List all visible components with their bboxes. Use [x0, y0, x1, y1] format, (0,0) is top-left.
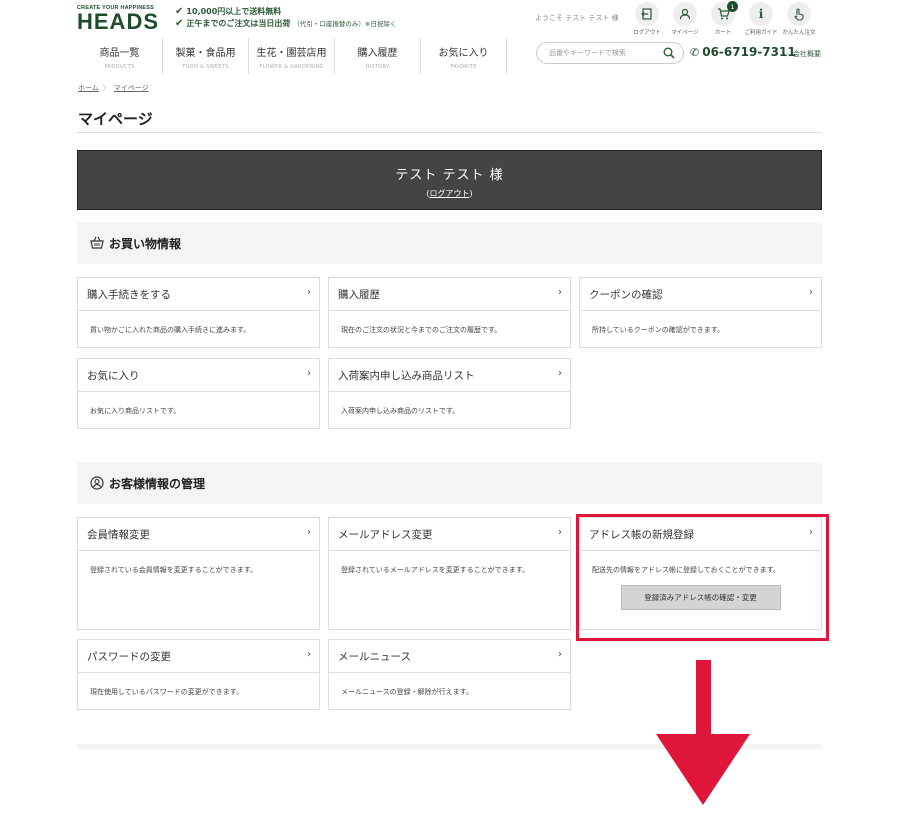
card-restock-list[interactable]: 入荷案内申し込み商品リスト › 入荷案内申し込み商品のリストです。: [328, 358, 571, 429]
info-icon: i: [749, 2, 773, 26]
chevron-right-icon: ›: [307, 527, 311, 538]
global-nav: 商品一覧 PRODUCTS 製菓・食品用 FOOD & SWEETS 生花・園芸…: [77, 38, 507, 74]
company-link[interactable]: 〉会社概要: [786, 49, 821, 59]
section-customer-header: お客様情報の管理: [77, 462, 822, 504]
cart-link[interactable]: 1 カート: [708, 1, 738, 36]
promo-same-day: ✔ 正午までのご注文は当日出荷 （代引・口座振替のみ）※日祝除く: [175, 17, 397, 29]
chevron-right-icon: 〉: [786, 50, 793, 58]
card-member-info[interactable]: 会員情報変更 › 登録されている会員情報を変更することができます。: [77, 517, 320, 630]
phone-icon: ✆: [690, 45, 700, 59]
basket-icon: [90, 236, 104, 249]
quick-order-link[interactable]: かんたん注文: [783, 2, 816, 36]
logout-link[interactable]: ログアウト: [632, 2, 662, 36]
card-purchase-history[interactable]: 購入履歴 › 現在のご注文の状況と今までのご注文の履歴です。: [328, 277, 571, 348]
search-input[interactable]: [549, 49, 659, 57]
card-coupon[interactable]: クーポンの確認 › 所持しているクーポンの確認ができます。: [579, 277, 822, 348]
card-password-change[interactable]: パスワードの変更 › 現在使用しているパスワードの変更ができます。: [77, 639, 320, 710]
hand-icon: [787, 2, 811, 26]
search-icon[interactable]: [663, 47, 675, 59]
chevron-right-icon: ›: [307, 649, 311, 660]
welcome-banner: テスト テスト 様 (ログアウト): [77, 150, 822, 210]
arrow-down-icon: [656, 660, 750, 805]
chevron-right-icon: ›: [809, 287, 813, 298]
promo-free-shipping: ✔ 10,000円以上で送料無料: [175, 5, 282, 17]
phone-number[interactable]: ✆ 06-6719-7311: [690, 45, 796, 59]
customer-name: テスト テスト 様: [395, 168, 504, 183]
user-circle-icon: [90, 476, 104, 490]
nav-food-sweets[interactable]: 製菓・食品用 FOOD & SWEETS: [163, 38, 249, 74]
search-box: [536, 42, 684, 64]
breadcrumb: ホーム〉マイページ: [78, 83, 149, 93]
highlight-frame: [576, 514, 829, 641]
cart-count-badge: 1: [727, 1, 738, 12]
user-icon: [673, 2, 697, 26]
breadcrumb-home[interactable]: ホーム: [78, 84, 99, 92]
breadcrumb-current[interactable]: マイページ: [114, 84, 149, 92]
logo-name: HEADS: [77, 9, 160, 34]
nav-products[interactable]: 商品一覧 PRODUCTS: [77, 38, 163, 74]
page-title: マイページ: [78, 110, 153, 128]
card-email-change[interactable]: メールアドレス変更 › 登録されているメールアドレスを変更することができます。: [328, 517, 571, 630]
nav-history[interactable]: 購入履歴 HISTORY: [335, 38, 421, 74]
site-header: CREATE YOUR HAPPINESS HEADS ✔ 10,000円以上で…: [0, 0, 900, 80]
title-divider: [77, 132, 822, 133]
card-checkout[interactable]: 購入手続きをする › 買い物かごに入れた商品の購入手続きに進みます。: [77, 277, 320, 348]
card-favorites[interactable]: お気に入り › お気に入り商品リストです。: [77, 358, 320, 429]
nav-favorite[interactable]: お気に入り FAVORITE: [421, 38, 507, 74]
section-shopping-header: お買い物情報: [77, 222, 822, 264]
logout-link-banner[interactable]: ログアウト: [430, 189, 470, 198]
promo-list: ✔ 10,000円以上で送料無料 ✔ 正午までのご注文は当日出荷 （代引・口座振…: [175, 5, 396, 29]
logout-icon: [635, 2, 659, 26]
chevron-right-icon: ›: [307, 287, 311, 298]
header-icons: ログアウト マイページ 1 カート i ご利用ガイド かんたん注文: [632, 1, 816, 36]
chevron-right-icon: ›: [558, 527, 562, 538]
chevron-right-icon: ›: [307, 368, 311, 379]
chevron-right-icon: ›: [558, 649, 562, 660]
chevron-right-icon: ›: [558, 368, 562, 379]
site-logo[interactable]: CREATE YOUR HAPPINESS HEADS: [77, 5, 167, 33]
check-icon: ✔: [175, 5, 184, 17]
card-mail-news[interactable]: メールニュース › メールニュースの登録・解除が行えます。: [328, 639, 571, 710]
mypage-link[interactable]: マイページ: [670, 2, 700, 36]
breadcrumb-separator: 〉: [102, 84, 110, 92]
chevron-right-icon: ›: [558, 287, 562, 298]
welcome-text: ようこそ テスト テスト 様: [535, 14, 619, 22]
guide-link[interactable]: i ご利用ガイド: [745, 2, 778, 36]
nav-flower-gardening[interactable]: 生花・園芸店用 FLOWER & GARDENING: [249, 38, 335, 74]
check-icon: ✔: [175, 17, 184, 29]
